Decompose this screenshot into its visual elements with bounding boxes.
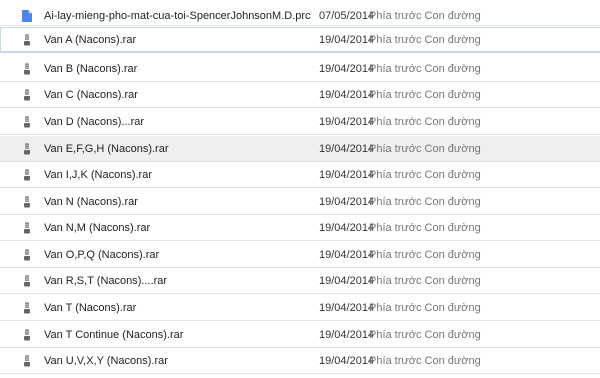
file-row[interactable]: Van T (Nacons).rar 19/04/2014 Phía trước…	[0, 295, 600, 321]
file-date: 19/04/2014	[319, 33, 375, 46]
file-row[interactable]: Van T Continue (Nacons).rar 19/04/2014 P…	[0, 322, 600, 348]
file-owner: Phía trước Con đường	[369, 195, 481, 208]
file-row[interactable]: Van C (Nacons).rar 19/04/2014 Phía trước…	[0, 82, 600, 108]
archive-icon	[22, 355, 32, 367]
file-owner: Phía trước Con đường	[369, 33, 481, 46]
file-owner: Phía trước Con đường	[369, 221, 481, 234]
archive-icon	[22, 249, 32, 261]
file-row[interactable]: Van I,J,K (Nacons).rar 19/04/2014 Phía t…	[0, 162, 600, 188]
file-date: 19/04/2014	[319, 354, 375, 367]
file-row[interactable]: Van N,M (Nacons).rar 19/04/2014 Phía trư…	[0, 215, 600, 241]
file-date: 19/04/2014	[319, 168, 375, 181]
archive-icon	[22, 222, 32, 234]
file-name[interactable]: Van B (Nacons).rar	[44, 63, 137, 75]
archive-icon	[22, 169, 32, 181]
file-owner: Phía trước Con đường	[369, 328, 481, 341]
file-name[interactable]: Van U,V,X,Y (Nacons).rar	[44, 355, 168, 367]
file-name[interactable]: Van C (Nacons).rar	[44, 89, 138, 101]
file-date: 19/04/2014	[319, 62, 375, 75]
file-name[interactable]: Ai-lay-mieng-pho-mat-cua-toi-SpencerJohn…	[44, 10, 311, 22]
file-date: 19/04/2014	[319, 328, 375, 341]
file-owner: Phía trước Con đường	[369, 274, 481, 287]
file-owner: Phía trước Con đường	[369, 248, 481, 261]
archive-icon	[22, 116, 32, 128]
file-name[interactable]: Van N (Nacons).rar	[44, 196, 138, 208]
archive-icon	[22, 34, 32, 46]
file-date: 19/04/2014	[319, 248, 375, 261]
file-date: 19/04/2014	[319, 274, 375, 287]
file-date: 19/04/2014	[319, 142, 375, 155]
file-owner: Phía trước Con đường	[369, 115, 481, 128]
file-row[interactable]: Van N (Nacons).rar 19/04/2014 Phía trước…	[0, 189, 600, 215]
file-row[interactable]: Van O,P,Q (Nacons).rar 19/04/2014 Phía t…	[0, 242, 600, 268]
file-date: 19/04/2014	[319, 301, 375, 314]
file-name[interactable]: Van N,M (Nacons).rar	[44, 222, 150, 234]
file-name[interactable]: Van A (Nacons).rar	[44, 34, 136, 46]
file-owner: Phía trước Con đường	[369, 354, 481, 367]
file-name[interactable]: Van T (Nacons).rar	[44, 302, 136, 314]
file-row[interactable]: Van B (Nacons).rar 19/04/2014 Phía trước…	[0, 56, 600, 82]
file-owner: Phía trước Con đường	[369, 168, 481, 181]
file-name[interactable]: Van R,S,T (Nacons)....rar	[44, 275, 167, 287]
file-row[interactable]: Ai-lay-mieng-pho-mat-cua-toi-SpencerJohn…	[0, 6, 600, 26]
archive-icon	[22, 63, 32, 75]
file-name[interactable]: Van O,P,Q (Nacons).rar	[44, 249, 159, 261]
file-owner: Phía trước Con đường	[369, 88, 481, 101]
file-name[interactable]: Van D (Nacons)...rar	[44, 116, 144, 128]
file-row[interactable]: Van R,S,T (Nacons)....rar 19/04/2014 Phí…	[0, 268, 600, 294]
archive-icon	[22, 196, 32, 208]
file-date: 19/04/2014	[319, 221, 375, 234]
file-owner: Phía trước Con đường	[369, 9, 481, 22]
file-date: 19/04/2014	[319, 88, 375, 101]
file-name[interactable]: Van T Continue (Nacons).rar	[44, 329, 183, 341]
file-list: Ai-lay-mieng-pho-mat-cua-toi-SpencerJohn…	[0, 0, 600, 378]
file-date: 19/04/2014	[319, 195, 375, 208]
file-name[interactable]: Van E,F,G,H (Nacons).rar	[44, 143, 169, 155]
archive-icon	[22, 275, 32, 287]
file-row[interactable]: Van U,V,X,Y (Nacons).rar 19/04/2014 Phía…	[0, 348, 600, 374]
file-row[interactable]: Van D (Nacons)...rar 19/04/2014 Phía trư…	[0, 109, 600, 135]
file-owner: Phía trước Con đường	[369, 301, 481, 314]
file-date: 19/04/2014	[319, 115, 375, 128]
archive-icon	[22, 329, 32, 341]
archive-icon	[22, 143, 32, 155]
file-row[interactable]: Van A (Nacons).rar 19/04/2014 Phía trước…	[0, 27, 600, 53]
archive-icon	[22, 89, 32, 101]
file-owner: Phía trước Con đường	[369, 142, 481, 155]
file-date: 07/05/2014	[319, 9, 375, 22]
file-row[interactable]: Van E,F,G,H (Nacons).rar 19/04/2014 Phía…	[0, 136, 600, 162]
file-owner: Phía trước Con đường	[369, 62, 481, 75]
archive-icon	[22, 302, 32, 314]
document-icon	[22, 9, 32, 22]
file-name[interactable]: Van I,J,K (Nacons).rar	[44, 169, 152, 181]
